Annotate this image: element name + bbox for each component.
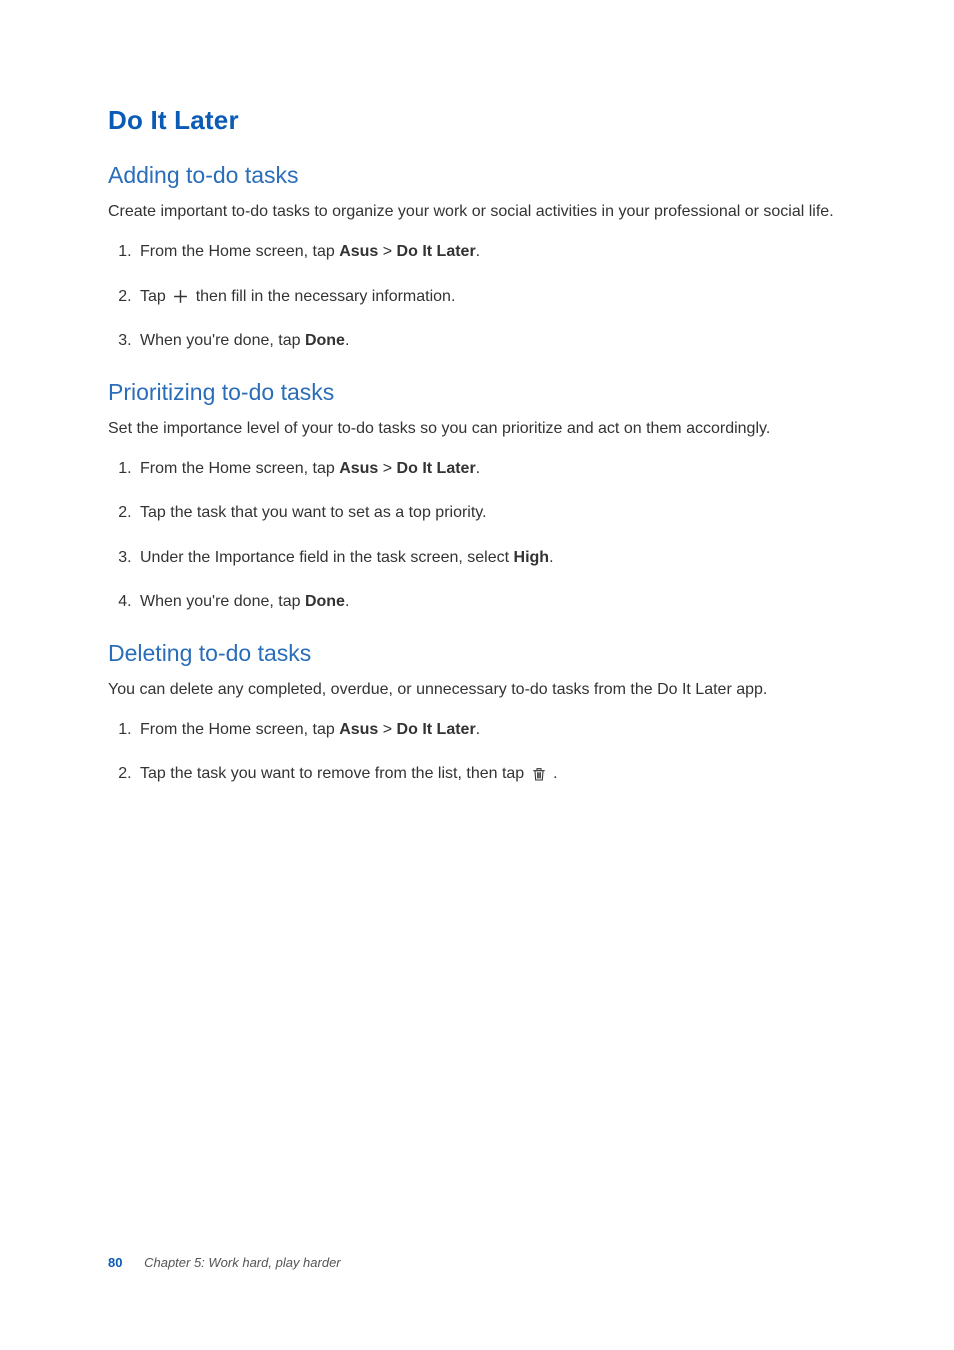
steps-list: From the Home screen, tap Asus > Do It L… <box>108 458 846 614</box>
step-item: When you're done, tap Done. <box>136 330 846 352</box>
subsection-heading: Adding to-do tasks <box>108 162 846 189</box>
subsection-heading: Prioritizing to-do tasks <box>108 379 846 406</box>
step-item: From the Home screen, tap Asus > Do It L… <box>136 719 846 741</box>
page-title: Do It Later <box>108 105 846 136</box>
bold-label: Do It Later <box>397 460 476 477</box>
section-intro: Set the importance level of your to-do t… <box>108 418 846 440</box>
step-item: Tap the task that you want to set as a t… <box>136 502 846 524</box>
section-intro: Create important to-do tasks to organize… <box>108 201 846 223</box>
plus-icon <box>172 288 189 305</box>
bold-label: High <box>514 549 550 566</box>
page-number: 80 <box>108 1255 122 1270</box>
bold-label: Do It Later <box>397 721 476 738</box>
step-item: From the Home screen, tap Asus > Do It L… <box>136 241 846 263</box>
steps-list: From the Home screen, tap Asus > Do It L… <box>108 719 846 786</box>
bold-label: Done <box>305 593 345 610</box>
bold-label: Asus <box>339 721 378 738</box>
step-item: Tap then fill in the necessary informati… <box>136 286 846 308</box>
page-footer: 80 Chapter 5: Work hard, play harder <box>108 1255 341 1270</box>
step-item: Under the Importance field in the task s… <box>136 547 846 569</box>
step-item: From the Home screen, tap Asus > Do It L… <box>136 458 846 480</box>
trash-icon <box>531 765 547 783</box>
bold-label: Asus <box>339 460 378 477</box>
bold-label: Do It Later <box>397 243 476 260</box>
page-body: Do It Later Adding to-do tasks Create imp… <box>0 0 954 786</box>
bold-label: Asus <box>339 243 378 260</box>
step-item: When you're done, tap Done. <box>136 591 846 613</box>
subsection-heading: Deleting to-do tasks <box>108 640 846 667</box>
steps-list: From the Home screen, tap Asus > Do It L… <box>108 241 846 352</box>
bold-label: Done <box>305 332 345 349</box>
chapter-label: Chapter 5: Work hard, play harder <box>144 1255 341 1270</box>
section-intro: You can delete any completed, overdue, o… <box>108 679 846 701</box>
step-item: Tap the task you want to remove from the… <box>136 763 846 785</box>
sections-container: Adding to-do tasks Create important to-do… <box>108 162 846 786</box>
